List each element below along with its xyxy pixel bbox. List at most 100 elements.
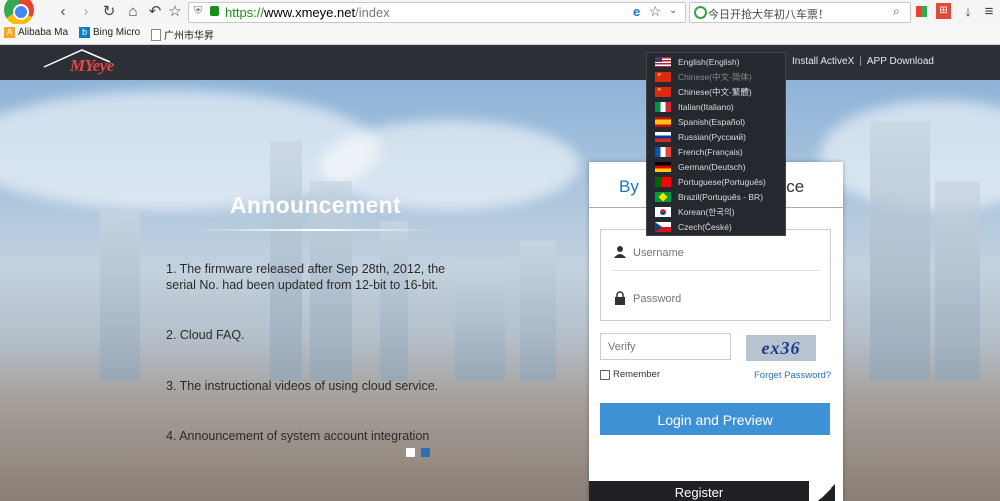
forward-icon[interactable]: ›	[77, 3, 95, 21]
divider: |	[859, 56, 862, 67]
language-option-brazil[interactable]: Brazil(Português - BR)	[655, 190, 763, 204]
bookmark-bing[interactable]: b Bing Micro	[79, 27, 140, 38]
bookmark-guangzhou[interactable]: 广州市华昇	[151, 27, 214, 42]
url-text[interactable]: https://www.xmeye.net/index	[225, 5, 390, 20]
fr-flag-icon	[655, 147, 671, 157]
language-label: Portuguese(Português)	[678, 177, 766, 187]
announcement-title: Announcement	[230, 192, 401, 218]
checkbox-icon[interactable]	[600, 369, 610, 380]
announcement-item[interactable]: 2. Cloud FAQ.	[166, 327, 245, 343]
slider-dot[interactable]	[406, 448, 415, 457]
language-label: Brazil(Português - BR)	[678, 192, 764, 202]
site-logo[interactable]: MYeye	[43, 49, 114, 76]
app-download-link[interactable]: APP Download	[867, 56, 934, 67]
lock-icon	[615, 291, 625, 305]
menu-icon[interactable]: ≡	[980, 3, 998, 21]
site-header: MYeye Install ActiveX | APP Download	[0, 45, 1000, 80]
kr-flag-icon	[655, 207, 671, 217]
apps-grid-icon[interactable]	[916, 6, 927, 17]
browser-toolbar: ‹ › ↻ ⌂ ↶ ☆ ⛨ https://www.xmeye.net/inde…	[0, 0, 1000, 25]
remember-checkbox[interactable]: Remember	[600, 369, 660, 380]
de-flag-icon	[655, 162, 671, 172]
page-icon	[151, 28, 161, 41]
building	[100, 211, 140, 381]
install-activex-link[interactable]: Install ActiveX	[792, 56, 854, 67]
tab-by-user[interactable]: By	[619, 177, 639, 197]
home-icon[interactable]: ⌂	[124, 3, 142, 21]
language-label: French(Français)	[678, 147, 743, 157]
password-field	[613, 282, 819, 316]
cn-flag-icon: ★	[655, 87, 671, 97]
corner-fold-icon	[818, 484, 835, 501]
language-option-chinese-traditional[interactable]: ★ Chinese(中文-繁體)	[655, 85, 752, 99]
br-flag-icon	[655, 192, 671, 202]
bookmark-label: Alibaba Ma	[18, 27, 69, 38]
language-option-russian[interactable]: Russian(Русский)	[655, 130, 746, 144]
announcement-divider	[195, 229, 435, 231]
main-banner: Announcement 1. The firmware released af…	[0, 80, 1000, 501]
slider-dot-active[interactable]	[421, 448, 430, 457]
announcement-item[interactable]: 3. The instructional videos of using clo…	[166, 378, 438, 394]
language-label: English(English)	[678, 57, 740, 67]
lock-icon	[210, 6, 219, 16]
announcement-item[interactable]: 1. The firmware released after Sep 28th,…	[166, 261, 466, 293]
language-option-english[interactable]: English(English)	[655, 55, 739, 69]
user-icon	[614, 246, 626, 258]
bookmark-label: Bing Micro	[93, 27, 141, 38]
es-flag-icon	[655, 117, 671, 127]
cn-flag-icon: ★	[655, 72, 671, 82]
language-option-chinese-simplified[interactable]: ★ Chinese(中文-简体)	[655, 70, 752, 84]
bookmark-star-icon[interactable]: ☆	[649, 3, 662, 20]
password-input[interactable]	[631, 287, 815, 311]
bookmark-label: 广州市华昇	[164, 31, 214, 42]
language-label: Czech(České)	[678, 222, 732, 232]
search-engine-icon	[694, 6, 707, 19]
language-option-german[interactable]: German(Deutsch)	[655, 160, 746, 174]
forgot-password-link[interactable]: Forget Password?	[754, 370, 831, 381]
extension-icon[interactable]: ⊞	[936, 3, 951, 19]
pt-flag-icon	[655, 177, 671, 187]
language-option-french[interactable]: French(Français)	[655, 145, 743, 159]
ru-flag-icon	[655, 132, 671, 142]
building	[520, 241, 556, 381]
captcha-image[interactable]: ex36	[746, 335, 816, 361]
reload-icon[interactable]: ↻	[100, 3, 118, 21]
language-label: Korean(한국의)	[678, 207, 735, 217]
language-option-portuguese[interactable]: Portuguese(Português)	[655, 175, 766, 189]
search-icon[interactable]: ⌕	[893, 4, 900, 19]
language-option-czech[interactable]: Czech(České)	[655, 220, 732, 234]
remember-label: Remember	[613, 369, 660, 380]
credentials-box	[600, 229, 831, 321]
logo-roof-icon	[43, 49, 111, 68]
username-input[interactable]	[631, 241, 815, 265]
language-option-korean[interactable]: Korean(한국의)	[655, 205, 735, 219]
search-input[interactable]: 今日开抢大年初八车票！	[708, 6, 829, 22]
download-icon[interactable]: ↓	[959, 3, 977, 21]
building	[935, 181, 980, 381]
username-field	[613, 236, 819, 271]
search-bar[interactable]: 今日开抢大年初八车票！ ⌕	[689, 2, 911, 23]
it-flag-icon	[655, 102, 671, 112]
language-label: Chinese(中文-繁體)	[678, 87, 752, 97]
slider-dots	[406, 444, 436, 462]
register-button[interactable]: Register	[589, 481, 809, 501]
header-links: Install ActiveX | APP Download	[792, 56, 934, 67]
building	[380, 221, 408, 381]
login-preview-button[interactable]: Login and Preview	[600, 403, 830, 435]
announcement-item[interactable]: 4. Announcement of system account integr…	[166, 428, 429, 444]
verify-input[interactable]	[600, 333, 731, 360]
language-dropdown: English(English) ★ Chinese(中文-简体) ★ Chin…	[646, 52, 786, 236]
browser-logo-icon[interactable]	[4, 0, 34, 25]
address-bar[interactable]: ⛨ https://www.xmeye.net/index e ☆ ⌄	[188, 2, 686, 23]
language-option-spanish[interactable]: Spanish(Español)	[655, 115, 745, 129]
back-icon[interactable]: ‹	[54, 3, 72, 21]
ie-mode-icon[interactable]: e	[633, 4, 640, 19]
favorite-star-icon[interactable]: ☆	[166, 3, 184, 21]
alibaba-icon: A	[4, 27, 15, 38]
language-label: Russian(Русский)	[678, 132, 746, 142]
cz-flag-icon	[655, 222, 671, 232]
bookmark-alibaba[interactable]: A Alibaba Ma	[4, 27, 68, 38]
chevron-down-icon[interactable]: ⌄	[669, 5, 677, 16]
language-option-italian[interactable]: Italian(Italiano)	[655, 100, 734, 114]
undo-icon[interactable]: ↶	[146, 3, 164, 21]
